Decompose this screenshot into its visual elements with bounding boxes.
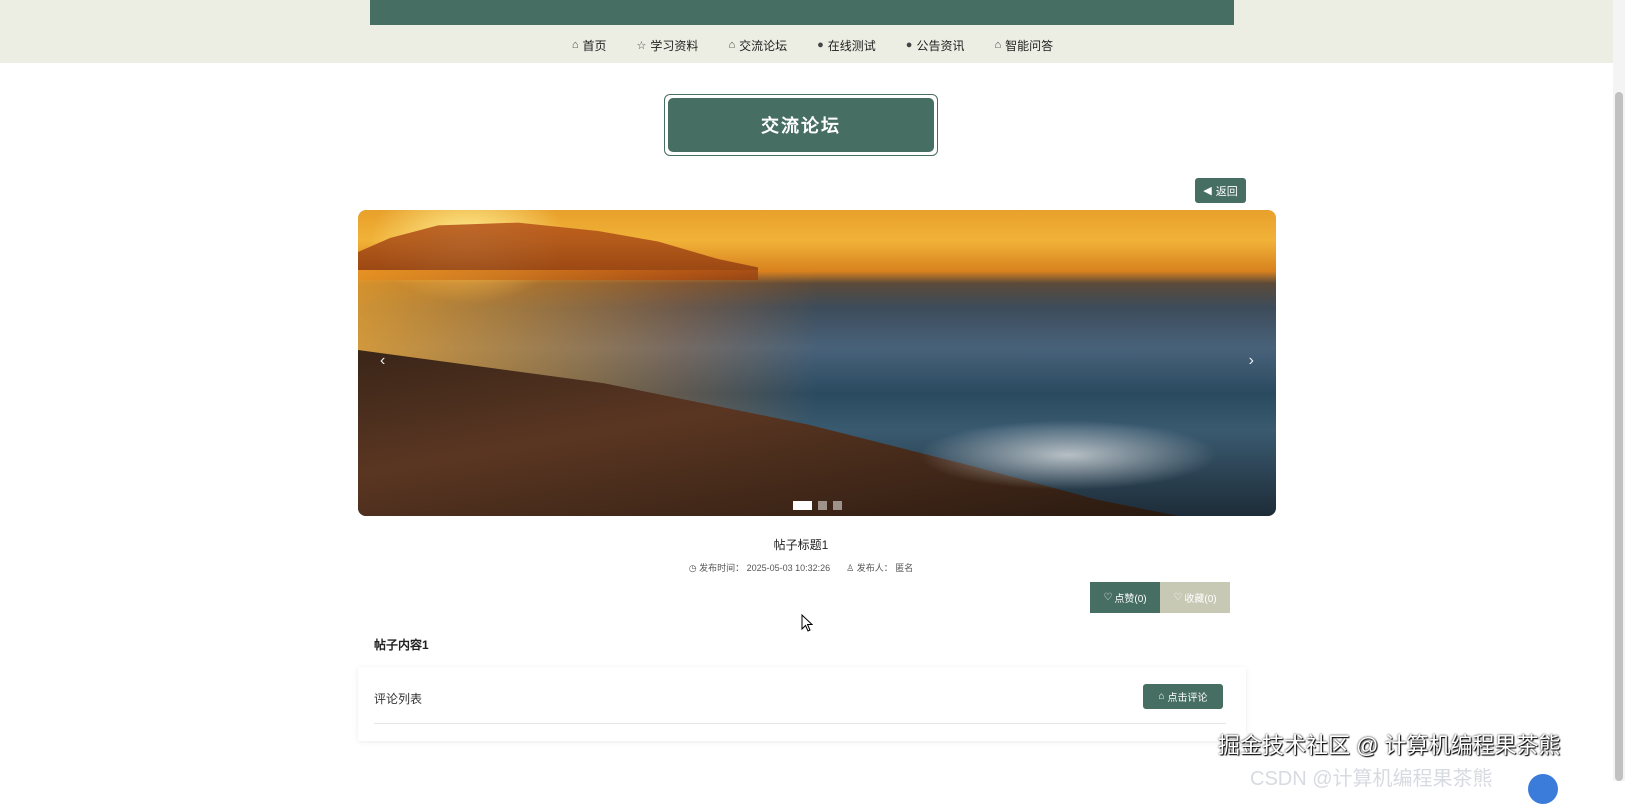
post-time-label: 发布时间： bbox=[699, 563, 745, 573]
carousel-prev-icon[interactable]: ‹ bbox=[380, 352, 385, 370]
comment-list-label: 评论列表 bbox=[374, 692, 423, 706]
post-time-value: 2025-05-03 10:32:26 bbox=[746, 563, 831, 573]
back-button-label: 返回 bbox=[1215, 185, 1238, 198]
clock-icon: ◷ bbox=[688, 563, 697, 573]
post-author-label: 发布人： bbox=[856, 563, 893, 573]
nav-item-study[interactable]: ☆ 学习资料 bbox=[637, 36, 699, 54]
watermark: 掘金技术社区 @ 计算机编程果茶熊 bbox=[1218, 733, 1561, 758]
floating-action-button[interactable] bbox=[1528, 774, 1558, 804]
scrollbar-thumb[interactable] bbox=[1615, 92, 1623, 781]
nav-label-test: 在线测试 bbox=[827, 38, 876, 53]
home-icon: ⌂ bbox=[571, 39, 579, 51]
post-title: 帖子标题1 bbox=[773, 538, 829, 552]
star-icon: ☆ bbox=[636, 39, 647, 52]
carousel-indicator[interactable] bbox=[817, 501, 827, 510]
watermark-ghost: CSDN @计算机编程果茶熊 bbox=[1250, 768, 1493, 790]
back-button[interactable]: ◀ 返回 bbox=[1195, 178, 1246, 203]
forum-icon: ⌂ bbox=[728, 39, 736, 51]
post-content: 帖子内容1 bbox=[374, 638, 429, 652]
carousel-next-icon[interactable]: › bbox=[1249, 352, 1254, 370]
post-author-value: 匿名 bbox=[895, 563, 914, 573]
nav-item-qa[interactable]: ⌂ 智能问答 bbox=[994, 36, 1053, 54]
header-title-bar bbox=[370, 0, 1234, 25]
favorite-button[interactable]: ♡ 收藏(0) bbox=[1160, 582, 1230, 613]
nav-item-home[interactable]: ⌂ 首页 bbox=[572, 36, 607, 54]
nav-item-test[interactable]: ● 在线测试 bbox=[817, 36, 876, 54]
nav-label-news: 公告资讯 bbox=[916, 38, 965, 53]
post-meta: ◷ 发布时间： 2025-05-03 10:32:26 ♙ 发布人： 匿名 bbox=[0, 561, 1602, 574]
favorite-button-label: 收藏(0) bbox=[1184, 594, 1217, 605]
post-time: ◷ 发布时间： 2025-05-03 10:32:26 bbox=[689, 561, 830, 574]
add-comment-button[interactable]: ⌂ 点击评论 bbox=[1143, 684, 1223, 709]
add-comment-label: 点击评论 bbox=[1167, 693, 1208, 704]
post-actions: ♡ 点赞(0) ♡ 收藏(0) bbox=[1090, 582, 1230, 613]
scrollbar-track[interactable] bbox=[1613, 0, 1625, 781]
heart-icon: ♡ bbox=[1103, 592, 1113, 603]
post-author: ♙ 发布人： 匿名 bbox=[846, 561, 913, 574]
like-button-label: 点赞(0) bbox=[1114, 594, 1147, 605]
carousel-indicator[interactable] bbox=[832, 501, 842, 510]
comment-divider bbox=[374, 723, 1226, 724]
nav-item-forum[interactable]: ⌂ 交流论坛 bbox=[728, 36, 787, 54]
nav-label-qa: 智能问答 bbox=[1005, 38, 1054, 53]
nav-label-study: 学习资料 bbox=[650, 38, 699, 53]
heart-outline-icon: ♡ bbox=[1173, 592, 1183, 603]
carousel-indicator[interactable] bbox=[792, 501, 812, 510]
user-icon: ♙ bbox=[846, 563, 855, 573]
page-title: 交流论坛 bbox=[668, 98, 934, 152]
caret-left-icon: ◀ bbox=[1203, 185, 1212, 197]
comment-icon: ⌂ bbox=[1158, 691, 1165, 702]
mouse-cursor-icon bbox=[801, 614, 813, 632]
carousel-indicators bbox=[358, 501, 1276, 510]
nav-label-forum: 交流论坛 bbox=[739, 38, 788, 53]
image-carousel[interactable]: ‹ › bbox=[358, 210, 1276, 516]
qa-icon: ⌂ bbox=[994, 39, 1002, 51]
question-icon: ● bbox=[905, 39, 913, 51]
main-nav: ⌂ 首页 ☆ 学习资料 ⌂ 交流论坛 ● 在线测试 ● 公告资讯 ⌂ 智能问答 bbox=[0, 36, 1625, 54]
like-button[interactable]: ♡ 点赞(0) bbox=[1090, 582, 1160, 613]
nav-item-news[interactable]: ● 公告资讯 bbox=[906, 36, 965, 54]
nav-label-home: 首页 bbox=[582, 38, 607, 53]
comment-card: 评论列表 ⌂ 点击评论 bbox=[358, 667, 1246, 741]
info-icon: ● bbox=[817, 39, 824, 51]
carousel-image-foam bbox=[918, 420, 1218, 490]
